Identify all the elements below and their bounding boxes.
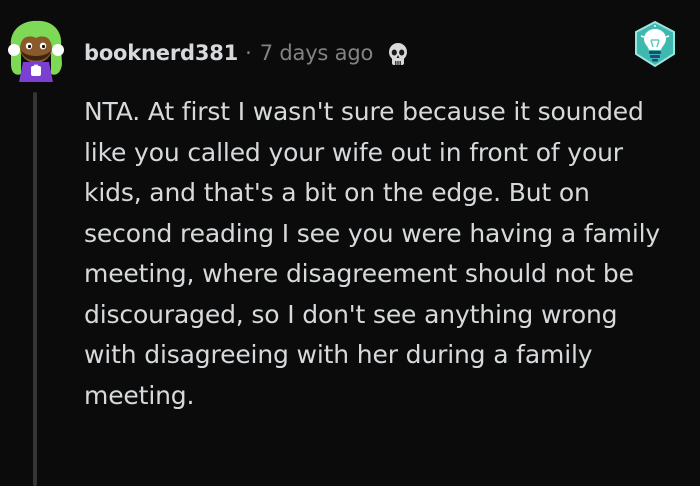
meta-separator: · bbox=[245, 41, 252, 65]
award-button[interactable] bbox=[632, 20, 678, 68]
comment-body: NTA. At first I wasn't sure because it s… bbox=[84, 92, 664, 416]
thread-line[interactable] bbox=[33, 92, 37, 486]
comment-header: booknerd381 · 7 days ago bbox=[84, 35, 409, 71]
comment-card: booknerd381 · 7 days ago NTA. At first I… bbox=[0, 0, 700, 486]
timestamp-link[interactable]: 7 days ago bbox=[260, 41, 374, 65]
username-link[interactable]: booknerd381 bbox=[84, 41, 238, 65]
snoo-avatar-icon bbox=[8, 20, 64, 82]
lightbulb-award-icon bbox=[635, 20, 675, 68]
comment-text: NTA. At first I wasn't sure because it s… bbox=[84, 97, 661, 410]
skull-icon bbox=[389, 43, 408, 65]
avatar[interactable] bbox=[5, 18, 67, 82]
